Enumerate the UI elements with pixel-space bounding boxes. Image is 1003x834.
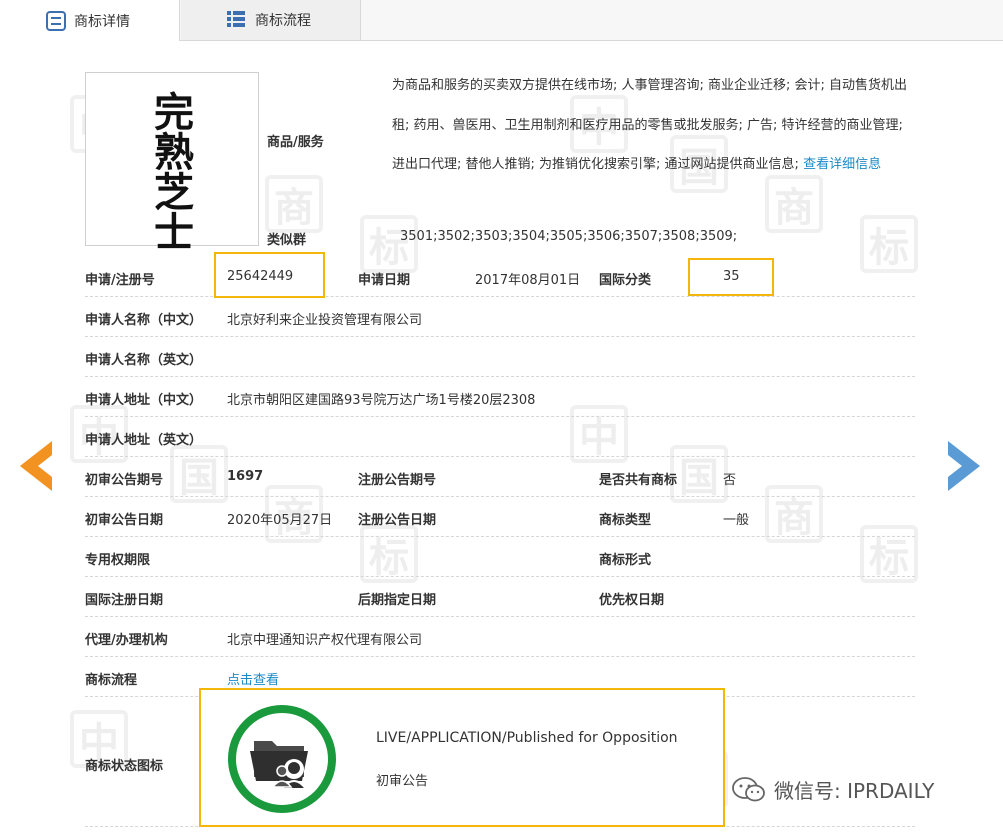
next-arrow-button[interactable]	[948, 441, 980, 491]
view-details-link[interactable]: 查看详细信息	[803, 157, 881, 172]
folder-person-icon	[250, 741, 309, 790]
similar-group-label: 类似群	[267, 233, 307, 248]
divider	[85, 616, 915, 617]
watermark: 标	[360, 215, 418, 273]
address-en-label: 申请人地址（英文）	[85, 433, 203, 448]
apply-date-label: 申请日期	[358, 273, 411, 288]
wechat-id: 微信号: IPRDAILY	[774, 779, 935, 803]
watermark: 中	[570, 405, 628, 463]
status-cn: 初审公告	[376, 774, 429, 789]
tab-label: 商标详情	[74, 13, 130, 30]
applicant-cn-label: 申请人名称（中文）	[85, 313, 203, 328]
goods-label: 商品/服务	[267, 135, 324, 150]
later-date-label: 后期指定日期	[358, 593, 437, 608]
flow-label: 商标流程	[85, 673, 138, 688]
tm-form-label: 商标形式	[599, 553, 652, 568]
reg-pub-no-label: 注册公告期号	[358, 473, 437, 488]
reg-pub-date-label: 注册公告日期	[358, 513, 437, 528]
intl-class-label: 国际分类	[599, 273, 652, 288]
watermark: 国	[670, 445, 728, 503]
tm-type-label: 商标类型	[599, 513, 652, 528]
list-icon	[227, 10, 247, 30]
prev-arrow-button[interactable]	[20, 441, 52, 491]
status-ring	[228, 705, 336, 813]
divider	[85, 496, 915, 497]
watermark: 国	[170, 445, 228, 503]
watermark: 标	[860, 525, 918, 583]
tab-bar: 商标详情 商标流程	[0, 0, 1003, 41]
shared-value: 否	[723, 473, 737, 488]
reg-no-label: 申请/注册号	[85, 273, 155, 288]
divider	[85, 456, 915, 457]
apply-date-value: 2017年08月01日	[475, 273, 581, 288]
exclusive-period-label: 专用权期限	[85, 553, 151, 568]
tab-trademark-detail[interactable]: 商标详情	[0, 0, 180, 41]
wechat-icon	[732, 776, 765, 801]
divider	[85, 376, 915, 377]
intl-reg-date-label: 国际注册日期	[85, 593, 164, 608]
divider	[85, 336, 915, 337]
goods-text: 为商品和服务的买卖双方提供在线市场; 人事管理咨询; 商业企业迁移; 会计; 自…	[392, 66, 914, 185]
watermark: 商	[265, 175, 323, 233]
prelim-no-label: 初审公告期号	[85, 473, 164, 488]
wechat-watermark: 微信号: IPRDAILY	[732, 775, 934, 804]
prelim-date-label: 初审公告日期	[85, 513, 164, 528]
tab-trademark-flow[interactable]: 商标流程	[181, 0, 361, 40]
prelim-no-value: 1697	[227, 469, 264, 484]
applicant-en-label: 申请人名称（英文）	[85, 353, 203, 368]
divider	[85, 416, 915, 417]
reg-no-highlight	[214, 252, 325, 298]
divider	[85, 576, 915, 577]
agent-label: 代理/办理机构	[85, 633, 168, 648]
priority-date-label: 优先权日期	[599, 593, 665, 608]
status-panel: LIVE/APPLICATION/Published for Oppositio…	[199, 688, 725, 827]
similar-group-value: 3501;3502;3503;3504;3505;3506;3507;3508;…	[400, 229, 738, 244]
tab-label: 商标流程	[255, 13, 311, 29]
status-en: LIVE/APPLICATION/Published for Oppositio…	[376, 730, 678, 746]
watermark: 标	[360, 525, 418, 583]
status-icon-label: 商标状态图标	[85, 759, 164, 774]
tm-type-value: 一般	[723, 513, 750, 528]
applicant-cn-value: 北京好利来企业投资管理有限公司	[227, 313, 423, 328]
divider	[85, 296, 915, 297]
watermark: 商	[765, 485, 823, 543]
divider	[85, 536, 915, 537]
trademark-image: 完熟芝士	[85, 72, 259, 253]
intl-class-highlight	[688, 258, 774, 296]
address-cn-value: 北京市朝阳区建国路93号院万达广场1号楼20层2308	[227, 393, 536, 408]
address-cn-label: 申请人地址（中文）	[85, 393, 203, 408]
detail-icon	[46, 10, 66, 31]
agent-value: 北京中理通知识产权代理有限公司	[227, 633, 423, 648]
watermark: 标	[860, 215, 918, 273]
divider	[85, 656, 915, 657]
view-flow-link[interactable]: 点击查看	[227, 669, 279, 688]
trademark-image-text: 完熟芝士	[154, 89, 194, 256]
shared-label: 是否共有商标	[599, 473, 678, 488]
prelim-date-value: 2020年05月27日	[227, 513, 333, 528]
